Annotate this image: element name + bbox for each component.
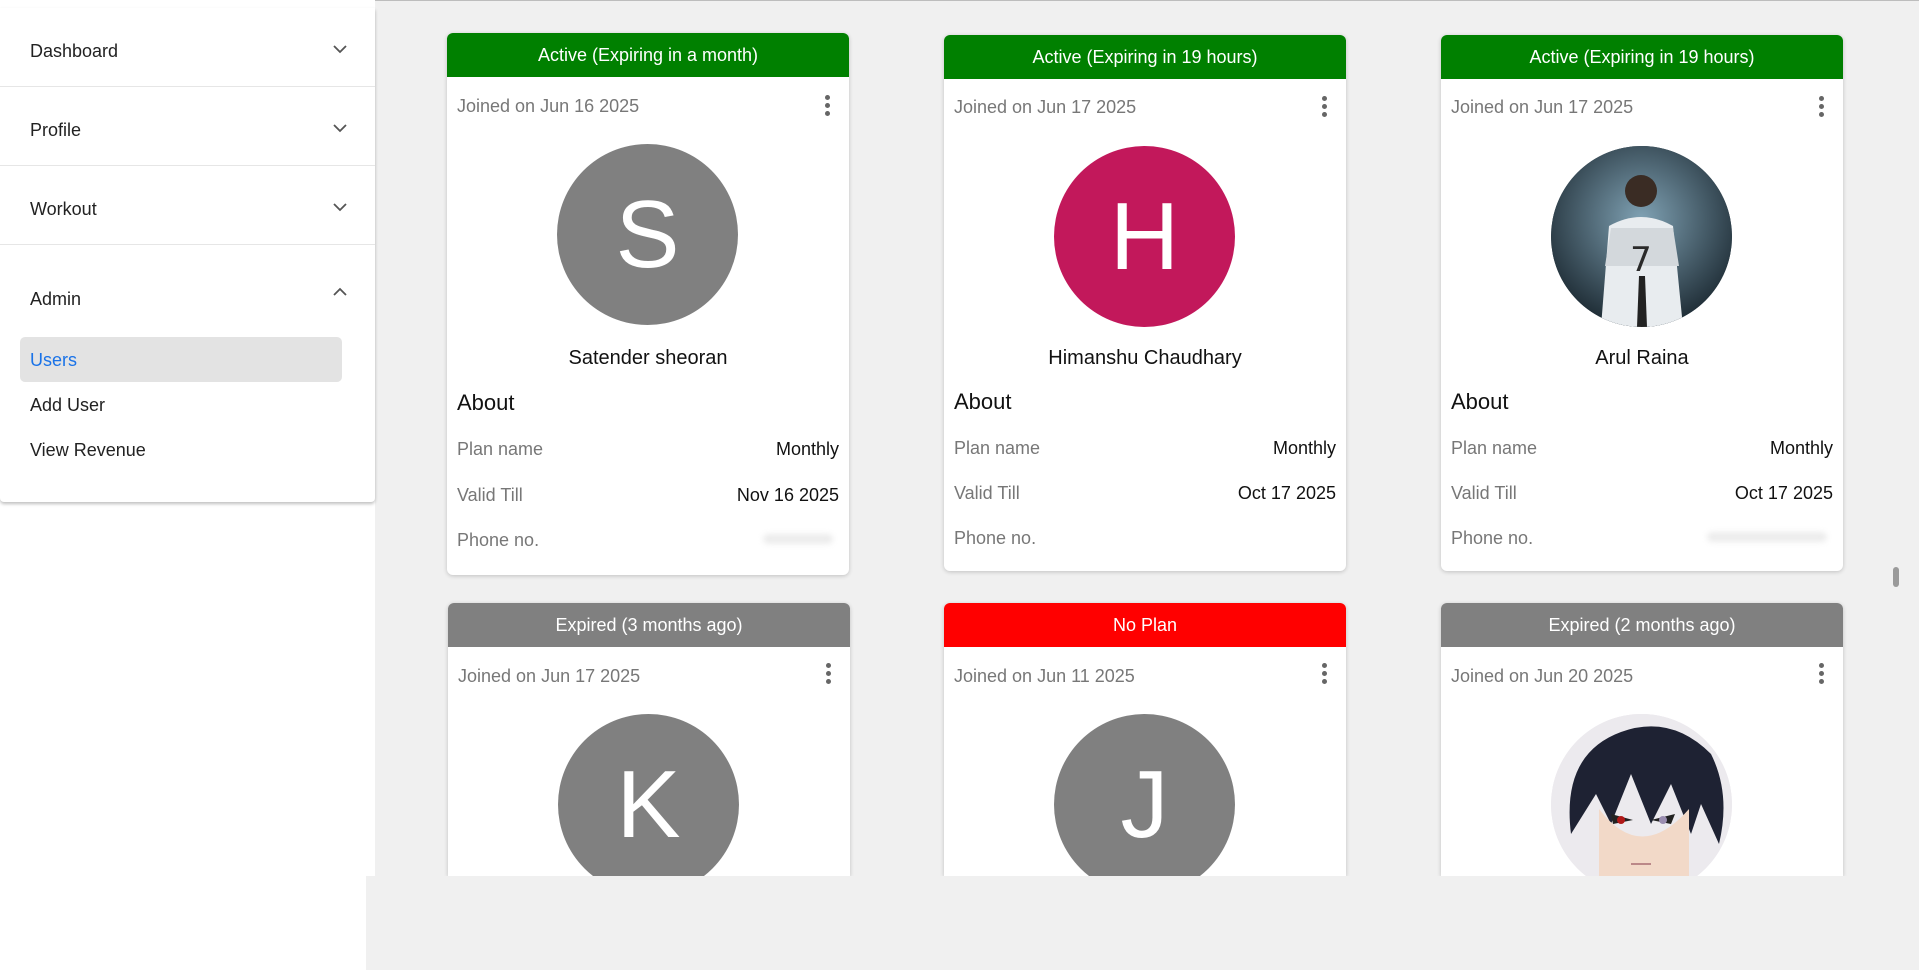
sidebar-section-dashboard[interactable]: Dashboard (0, 8, 375, 87)
user-card: Expired (3 months ago) Joined on Jun 17 … (448, 603, 850, 876)
phone-label: Phone no. (457, 530, 540, 550)
status-banner: No Plan (944, 603, 1346, 647)
avatar-letter: K (616, 751, 681, 858)
chevron-down-icon (333, 203, 347, 212)
sidebar-item-label: View Revenue (30, 440, 146, 460)
section-label: Admin (30, 289, 82, 309)
user-card: No Plan Joined on Jun 11 2025 J (944, 603, 1346, 876)
sidebar-item-label: Users (30, 350, 78, 370)
phone-label: Phone no. (1451, 528, 1534, 548)
phone-row: Phone no. (1451, 528, 1833, 549)
football-player-photo-icon: 7 (1551, 146, 1732, 327)
section-label: Workout (30, 199, 97, 219)
section-label: Profile (30, 120, 82, 140)
phone-value-blurred (1707, 532, 1827, 542)
user-card: Expired (2 months ago) Joined on Jun 20 … (1441, 603, 1843, 876)
user-name: Arul Raina (1595, 347, 1689, 369)
valid-till-label: Valid Till (954, 483, 1020, 503)
avatar-photo: 7 (1551, 146, 1732, 327)
status-banner: Expired (3 months ago) (448, 603, 850, 647)
avatar-photo (1551, 714, 1732, 876)
sidebar-item-add-user[interactable]: Add User (20, 382, 342, 427)
sidebar-section-workout[interactable]: Workout (0, 166, 375, 245)
plan-label: Plan name (457, 439, 544, 459)
anime-character-portrait-icon (1551, 714, 1732, 876)
more-options-icon[interactable] (1819, 663, 1825, 685)
phone-label: Phone no. (954, 528, 1037, 548)
status-banner: Expired (2 months ago) (1441, 603, 1843, 647)
avatar-letter: J (1120, 751, 1169, 858)
scrollbar-thumb[interactable] (1893, 567, 1899, 587)
plan-row: Plan name Monthly (954, 438, 1336, 459)
valid-till-row: Valid Till Oct 17 2025 (1451, 483, 1833, 504)
phone-row: Phone no. (954, 528, 1336, 549)
plan-value: Monthly (1272, 438, 1336, 458)
sidebar-item-users[interactable]: Users (20, 337, 342, 382)
svg-text:7: 7 (1630, 240, 1652, 280)
phone-value-blurred (763, 534, 833, 544)
about-heading: About (457, 390, 515, 415)
joined-date: Joined on Jun 17 2025 (1451, 97, 1634, 117)
valid-till-value: Nov 16 2025 (736, 485, 839, 505)
more-options-icon[interactable] (825, 95, 831, 117)
plan-value: Monthly (775, 439, 839, 459)
sidebar-menu: Dashboard Profile Workout Admin Users Ad… (0, 8, 375, 502)
avatar: H (1054, 146, 1235, 327)
user-card: Active (Expiring in 19 hours) Joined on … (944, 35, 1346, 571)
avatar-letter: S (615, 181, 680, 288)
status-banner: Active (Expiring in 19 hours) (1441, 35, 1843, 79)
more-options-icon[interactable] (1819, 96, 1825, 118)
joined-date: Joined on Jun 11 2025 (954, 666, 1135, 686)
sidebar-item-view-revenue[interactable]: View Revenue (20, 427, 342, 472)
valid-till-row: Valid Till Oct 17 2025 (954, 483, 1336, 504)
user-card: Active (Expiring in a month) Joined on J… (447, 33, 849, 575)
chevron-down-icon (333, 45, 347, 54)
joined-date: Joined on Jun 16 2025 (457, 96, 640, 116)
chevron-down-icon (333, 124, 347, 133)
more-options-icon[interactable] (826, 663, 832, 685)
sidebar: Dashboard Profile Workout Admin Users Ad… (0, 0, 375, 970)
avatar-letter: H (1109, 183, 1180, 290)
sidebar-section-profile[interactable]: Profile (0, 87, 375, 166)
about-heading: About (954, 389, 1012, 414)
sidebar-section-admin[interactable]: Admin (0, 245, 375, 337)
plan-label: Plan name (954, 438, 1041, 458)
sidebar-item-label: Add User (30, 395, 106, 415)
valid-till-value: Oct 17 2025 (1734, 483, 1833, 503)
viewport-bottom-area (366, 876, 1856, 970)
avatar: S (557, 144, 738, 325)
user-name: Satender sheoran (568, 347, 728, 369)
section-label: Dashboard (30, 41, 119, 61)
more-options-icon[interactable] (1322, 663, 1328, 685)
chevron-up-icon (333, 287, 347, 296)
joined-date: Joined on Jun 17 2025 (954, 97, 1137, 117)
valid-till-label: Valid Till (457, 485, 523, 505)
joined-date: Joined on Jun 20 2025 (1451, 666, 1634, 686)
valid-till-value: Oct 17 2025 (1237, 483, 1336, 503)
status-banner: Active (Expiring in a month) (447, 33, 849, 77)
user-card: Active (Expiring in 19 hours) Joined on … (1441, 35, 1843, 571)
plan-value: Monthly (1769, 438, 1833, 458)
admin-submenu: Users Add User View Revenue (0, 337, 375, 502)
joined-date: Joined on Jun 17 2025 (458, 666, 641, 686)
user-name: Himanshu Chaudhary (1048, 347, 1242, 369)
phone-row: Phone no. (457, 530, 839, 551)
plan-label: Plan name (1451, 438, 1538, 458)
about-heading: About (1451, 389, 1509, 414)
status-banner: Active (Expiring in 19 hours) (944, 35, 1346, 79)
avatar: K (558, 714, 739, 876)
valid-till-label: Valid Till (1451, 483, 1517, 503)
valid-till-row: Valid Till Nov 16 2025 (457, 485, 839, 506)
more-options-icon[interactable] (1322, 96, 1328, 118)
plan-row: Plan name Monthly (457, 439, 839, 460)
avatar: J (1054, 714, 1235, 876)
plan-row: Plan name Monthly (1451, 438, 1833, 459)
